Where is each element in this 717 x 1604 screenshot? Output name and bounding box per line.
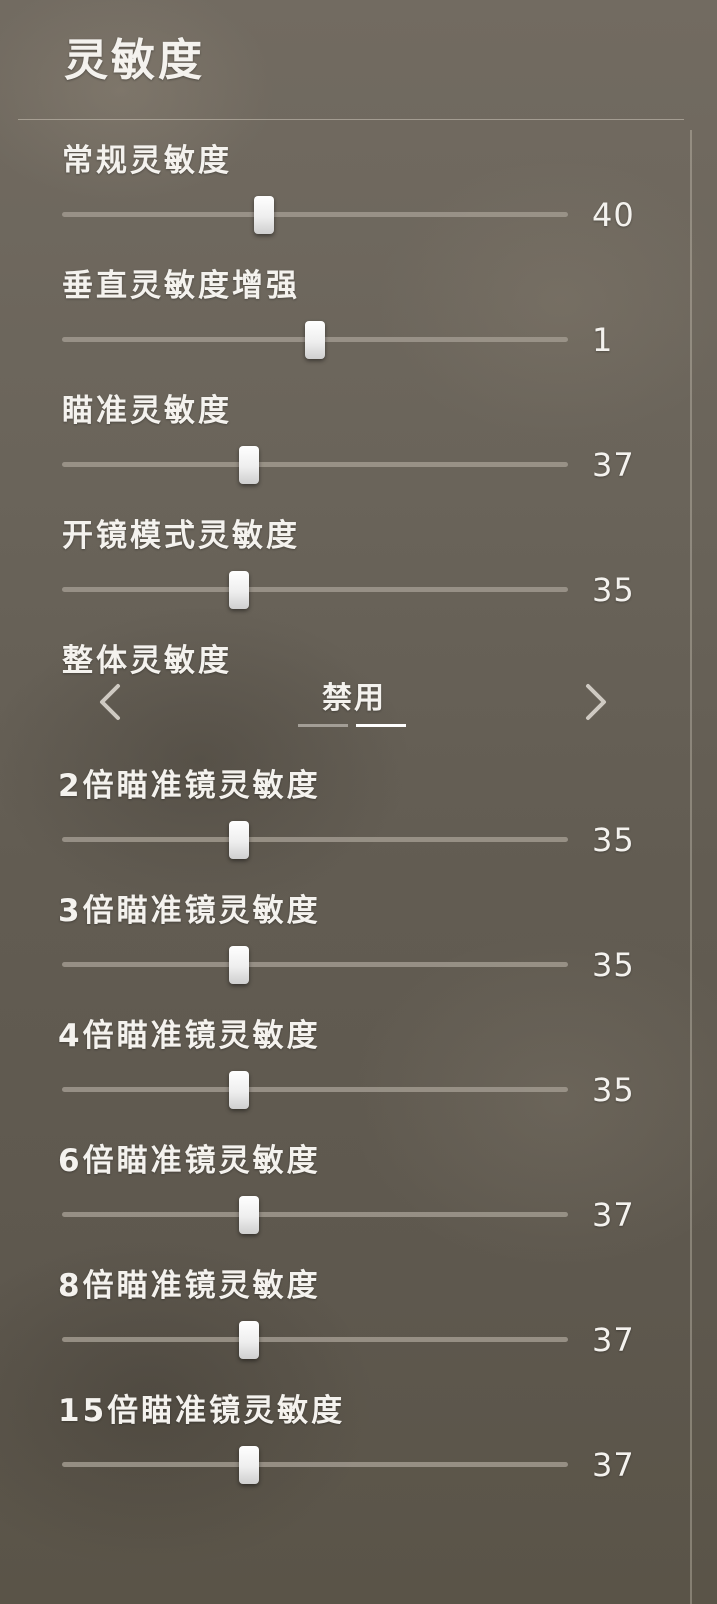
- slider-track[interactable]: [62, 212, 568, 217]
- chevron-left-icon-graphic: [100, 684, 120, 720]
- vertical-sensitivity-boost-slider[interactable]: [62, 321, 568, 359]
- slider-track[interactable]: [62, 1087, 568, 1092]
- setting-3x-scope-sensitivity: 3倍瞄准镜灵敏度 35: [0, 890, 690, 1015]
- slider-thumb[interactable]: [229, 571, 249, 609]
- slider-track[interactable]: [62, 962, 568, 967]
- setting-overall-sensitivity: 整体灵敏度 禁用: [0, 640, 690, 765]
- slider-track[interactable]: [62, 837, 568, 842]
- slider-track[interactable]: [62, 1212, 568, 1217]
- slider-value: 35: [592, 571, 635, 609]
- general-sensitivity-slider[interactable]: [62, 196, 568, 234]
- 6x-scope-sensitivity-slider[interactable]: [62, 1196, 568, 1234]
- setting-label: 3倍瞄准镜灵敏度: [58, 893, 321, 929]
- slider-value: 35: [592, 821, 635, 859]
- slider-track[interactable]: [62, 587, 568, 592]
- overall-sensitivity-selector[interactable]: 禁用: [86, 670, 616, 730]
- slider-thumb[interactable]: [229, 946, 249, 984]
- setting-label: 垂直灵敏度增强: [62, 268, 300, 304]
- scrollbar[interactable]: [690, 130, 692, 1604]
- setting-scope-mode-sensitivity: 开镜模式灵敏度 35: [0, 515, 690, 640]
- setting-label: 常规灵敏度: [62, 143, 232, 179]
- slider-thumb[interactable]: [239, 1321, 259, 1359]
- setting-2x-scope-sensitivity: 2倍瞄准镜灵敏度 35: [0, 765, 690, 890]
- slider-track[interactable]: [62, 1462, 568, 1467]
- slider-track[interactable]: [62, 1337, 568, 1342]
- slider-thumb[interactable]: [305, 321, 325, 359]
- setting-label: 4倍瞄准镜灵敏度: [58, 1018, 321, 1054]
- setting-label: 15倍瞄准镜灵敏度: [58, 1393, 346, 1429]
- 15x-scope-sensitivity-slider[interactable]: [62, 1446, 568, 1484]
- slider-value: 1: [592, 321, 614, 359]
- slider-value: 40: [592, 196, 635, 234]
- slider-value: 37: [592, 1196, 635, 1234]
- slider-value: 35: [592, 946, 635, 984]
- slider-thumb[interactable]: [229, 821, 249, 859]
- slider-thumb[interactable]: [229, 1071, 249, 1109]
- setting-general-sensitivity: 常规灵敏度 40: [0, 140, 690, 265]
- 3x-scope-sensitivity-slider[interactable]: [62, 946, 568, 984]
- chevron-right-icon-graphic: [586, 684, 606, 720]
- slider-thumb[interactable]: [239, 446, 259, 484]
- slider-thumb[interactable]: [254, 196, 274, 234]
- setting-label: 2倍瞄准镜灵敏度: [58, 768, 321, 804]
- scope-mode-sensitivity-slider[interactable]: [62, 571, 568, 609]
- slider-thumb[interactable]: [239, 1196, 259, 1234]
- page-indicator-2-active: [356, 724, 406, 727]
- setting-vertical-sensitivity-boost: 垂直灵敏度增强 1: [0, 265, 690, 390]
- setting-label: 8倍瞄准镜灵敏度: [58, 1268, 321, 1304]
- setting-label: 6倍瞄准镜灵敏度: [58, 1143, 321, 1179]
- 8x-scope-sensitivity-slider[interactable]: [62, 1321, 568, 1359]
- slider-value: 37: [592, 446, 635, 484]
- slider-value: 37: [592, 1446, 635, 1484]
- setting-6x-scope-sensitivity: 6倍瞄准镜灵敏度 37: [0, 1140, 690, 1265]
- setting-8x-scope-sensitivity: 8倍瞄准镜灵敏度 37: [0, 1265, 690, 1390]
- page-indicator-1: [298, 724, 348, 727]
- slider-track[interactable]: [62, 462, 568, 467]
- chevron-left-icon[interactable]: [94, 680, 126, 724]
- title-divider: [18, 119, 684, 120]
- slider-value: 37: [592, 1321, 635, 1359]
- slider-value: 35: [592, 1071, 635, 1109]
- setting-label: 瞄准灵敏度: [62, 393, 232, 429]
- 2x-scope-sensitivity-slider[interactable]: [62, 821, 568, 859]
- page-title: 灵敏度: [64, 35, 205, 86]
- slider-thumb[interactable]: [239, 1446, 259, 1484]
- chevron-right-icon[interactable]: [580, 680, 612, 724]
- aim-sensitivity-slider[interactable]: [62, 446, 568, 484]
- setting-aim-sensitivity: 瞄准灵敏度 37: [0, 390, 690, 515]
- 4x-scope-sensitivity-slider[interactable]: [62, 1071, 568, 1109]
- setting-label: 开镜模式灵敏度: [62, 518, 300, 554]
- setting-4x-scope-sensitivity: 4倍瞄准镜灵敏度 35: [0, 1015, 690, 1140]
- setting-15x-scope-sensitivity: 15倍瞄准镜灵敏度 37: [0, 1390, 690, 1515]
- selector-value: 禁用: [322, 681, 386, 716]
